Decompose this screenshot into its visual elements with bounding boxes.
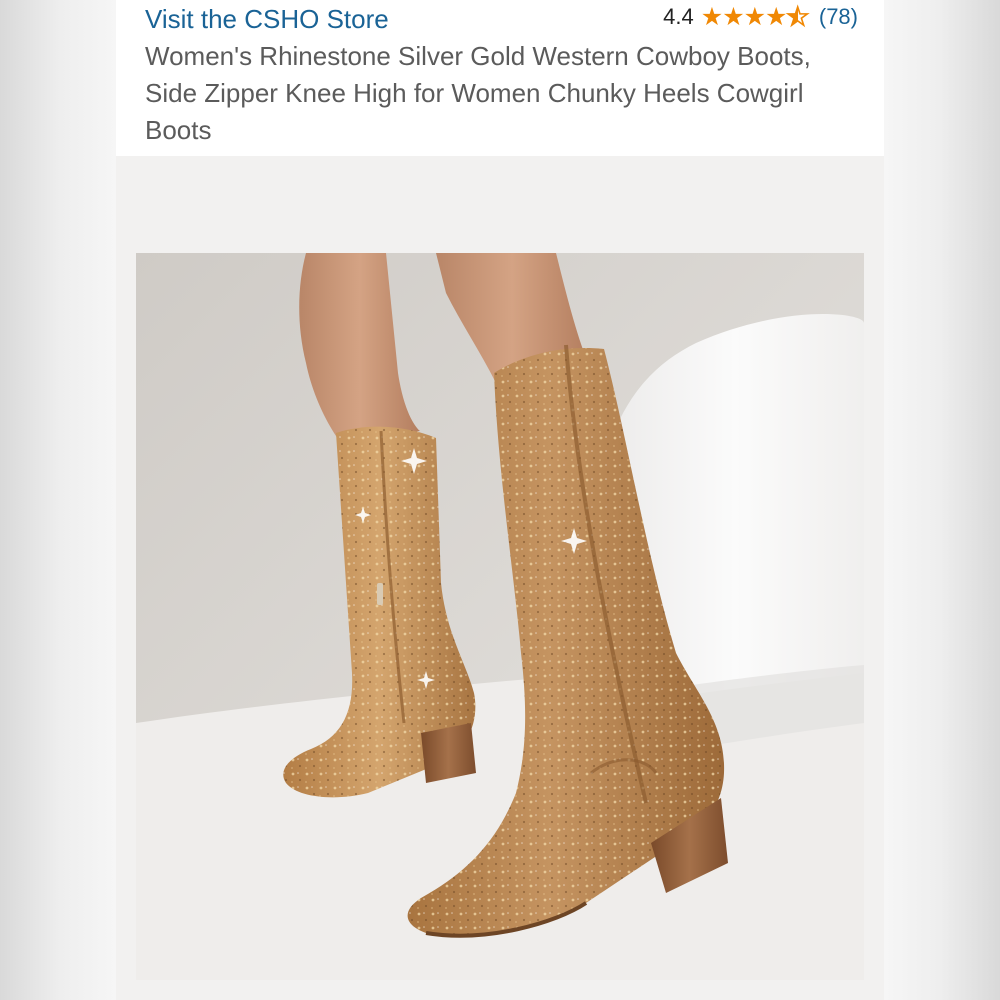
boots-photo [136,253,864,980]
product-header: Visit the CSHO Store 4.4 ★ ★ ★ ★ ★ ★ (78… [116,0,884,156]
star-full-icon: ★ [765,2,788,31]
rating-summary[interactable]: 4.4 ★ ★ ★ ★ ★ ★ (78) [663,1,858,33]
star-full-icon: ★ [743,2,767,31]
product-image[interactable] [136,253,864,980]
product-card: Visit the CSHO Store 4.4 ★ ★ ★ ★ ★ ★ (78… [116,0,884,1000]
rating-value: 4.4 [663,4,694,29]
visit-store-link[interactable]: Visit the CSHO Store [145,2,389,36]
product-title: Women's Rhinestone Silver Gold Western C… [145,41,811,145]
star-rating[interactable]: ★ ★ ★ ★ ★ ★ [700,2,810,31]
star-full-icon: ★ [700,2,724,31]
star-half-icon: ★ ★ [786,2,810,31]
ratings-count-link[interactable]: (78) [819,4,858,30]
star-full-icon: ★ [722,2,745,31]
